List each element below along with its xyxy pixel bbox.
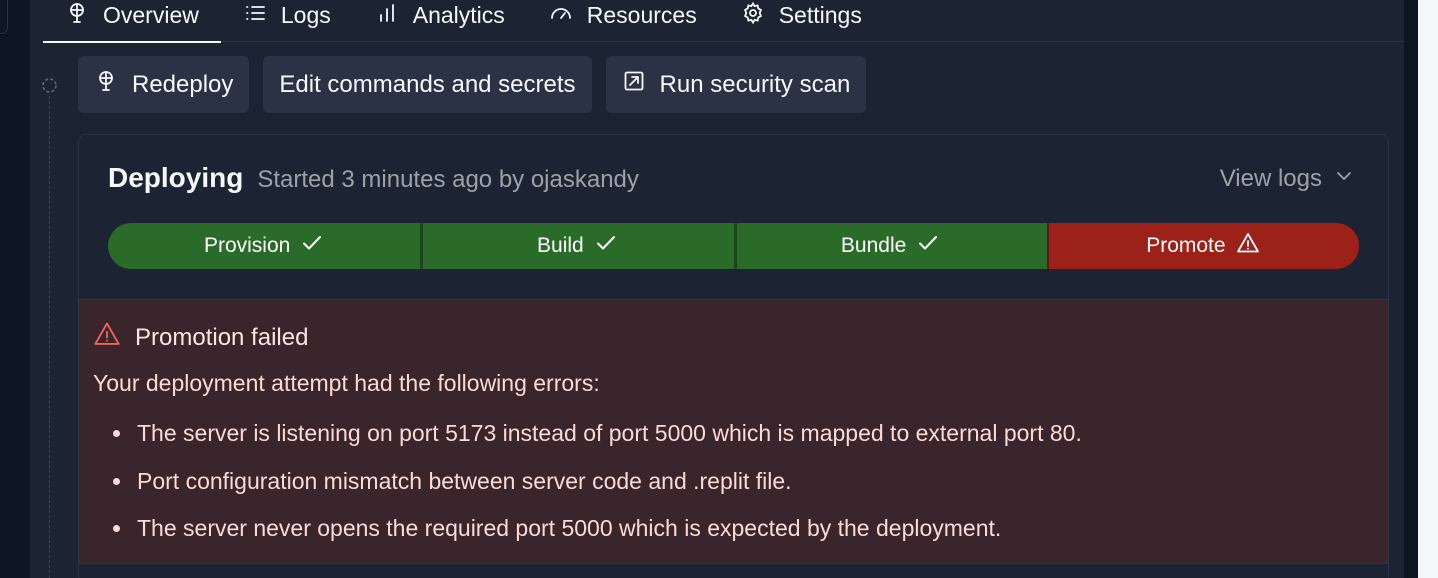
left-gutter xyxy=(0,0,30,578)
checkmark-icon xyxy=(916,231,940,261)
right-gutter xyxy=(1404,0,1418,578)
deployment-meta: Started 3 minutes ago by ojaskandy xyxy=(257,166,639,193)
tab-analytics[interactable]: Analytics xyxy=(353,0,527,42)
step-label: Promote xyxy=(1146,234,1226,257)
checkmark-icon xyxy=(594,231,618,261)
gear-icon xyxy=(741,1,765,31)
gauge-icon xyxy=(549,1,573,31)
edit-commands-label: Edit commands and secrets xyxy=(279,70,576,98)
deployment-header: Deploying Started 3 minutes ago by ojask… xyxy=(108,162,639,194)
deployment-actions: Redeploy Edit commands and secrets Run s… xyxy=(78,56,867,113)
security-scan-label: Run security scan xyxy=(659,70,851,98)
list-item: The server is listening on port 5173 ins… xyxy=(113,418,1082,466)
view-logs-label: View logs xyxy=(1219,165,1322,192)
deployment-panel: Overview Logs Analytics Resources Settin… xyxy=(30,0,1404,578)
error-panel: Promotion failed Your deployment attempt… xyxy=(79,299,1388,563)
pending-dot-icon xyxy=(42,78,57,93)
error-intro: Your deployment attempt had the followin… xyxy=(93,370,600,396)
deploy-icon xyxy=(94,69,118,100)
deployment-status: Deploying xyxy=(108,162,244,193)
error-heading: Promotion failed xyxy=(93,320,308,355)
step-promote: Promote xyxy=(1046,223,1359,269)
timeline-line xyxy=(49,96,50,578)
warning-icon xyxy=(93,320,121,355)
redeploy-label: Redeploy xyxy=(132,70,234,98)
security-scan-button[interactable]: Run security scan xyxy=(605,56,867,113)
warning-icon xyxy=(1236,231,1260,261)
tab-resources-label: Resources xyxy=(586,2,697,28)
tab-overview[interactable]: Overview xyxy=(43,0,221,43)
deployment-progress: Provision Build Bundle Promote xyxy=(108,223,1359,269)
external-link-icon xyxy=(622,69,646,100)
tab-logs-label: Logs xyxy=(280,2,331,28)
list-item: Port configuration mismatch between serv… xyxy=(113,466,1082,514)
tab-overview-label: Overview xyxy=(103,2,199,28)
error-list: The server is listening on port 5173 ins… xyxy=(113,418,1082,561)
tab-resources[interactable]: Resources xyxy=(527,0,719,42)
deploy-icon xyxy=(65,1,89,31)
deployments-pane: Overview Logs Analytics Resources Settin… xyxy=(0,0,1438,578)
list-icon xyxy=(243,1,267,31)
step-label: Bundle xyxy=(840,234,907,257)
tab-settings[interactable]: Settings xyxy=(719,0,884,42)
tab-settings-label: Settings xyxy=(778,2,862,28)
step-provision: Provision xyxy=(108,223,421,269)
deployment-card: Deploying Started 3 minutes ago by ojask… xyxy=(78,134,1389,578)
chevron-down-icon xyxy=(1334,165,1354,193)
tab-logs[interactable]: Logs xyxy=(221,0,353,42)
error-title: Promotion failed xyxy=(135,323,309,351)
step-build: Build xyxy=(420,223,734,269)
step-label: Build xyxy=(537,234,584,257)
list-item: The server never opens the required port… xyxy=(113,513,1082,561)
view-logs-button[interactable]: View logs xyxy=(1220,165,1354,193)
step-label: Provision xyxy=(203,234,291,257)
tab-analytics-label: Analytics xyxy=(412,2,505,28)
edit-commands-button[interactable]: Edit commands and secrets xyxy=(263,56,592,113)
card-footer xyxy=(79,563,1388,578)
left-panel-corner xyxy=(0,0,8,34)
step-bundle: Bundle xyxy=(733,223,1047,269)
bar-chart-icon xyxy=(375,1,399,31)
window-edge xyxy=(1418,0,1438,578)
checkmark-icon xyxy=(300,231,324,261)
redeploy-button[interactable]: Redeploy xyxy=(78,56,250,113)
tab-bar: Overview Logs Analytics Resources Settin… xyxy=(43,0,1404,43)
